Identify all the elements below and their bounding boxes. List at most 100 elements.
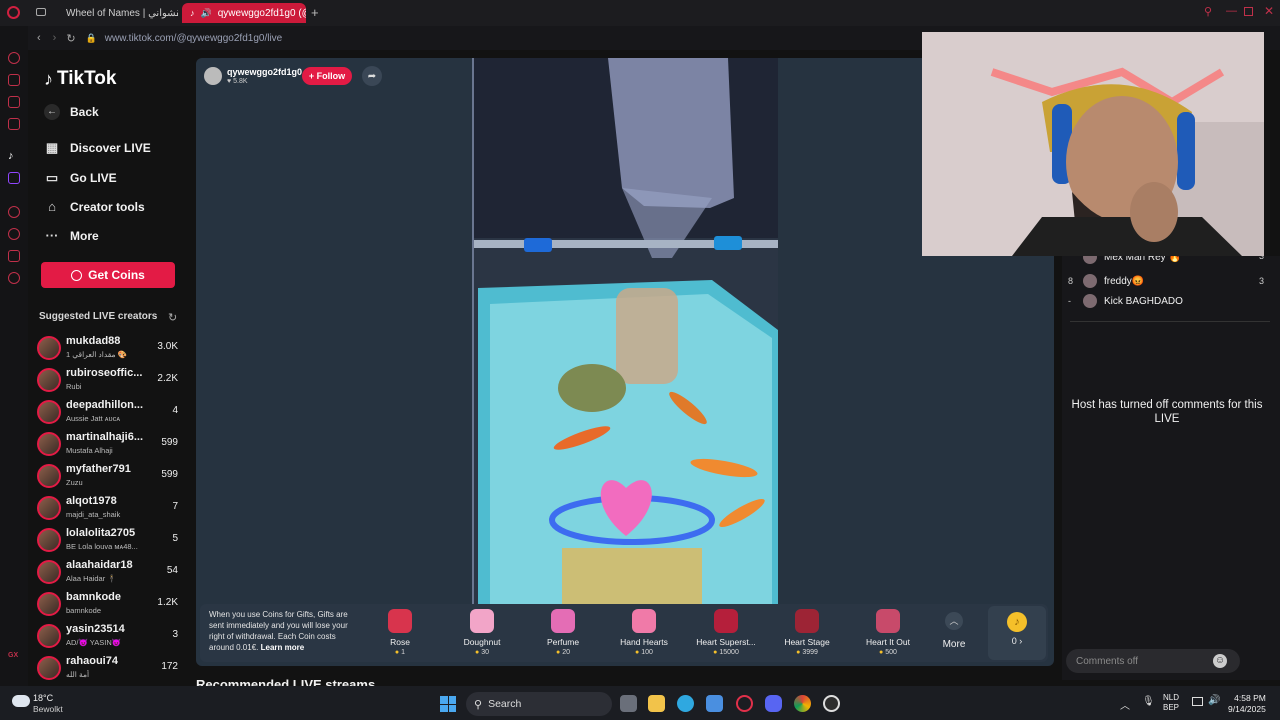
obs-icon[interactable] xyxy=(823,695,840,712)
gift-item[interactable]: Heart Superst... 15000 xyxy=(690,609,762,656)
suggested-creator-row[interactable]: rahaoui74 أمة الله 172 xyxy=(36,654,182,684)
suggested-creator-row[interactable]: martinalhaji6... Mustafa Alhaji 599 xyxy=(36,430,182,460)
store-icon[interactable] xyxy=(706,695,723,712)
gift-item[interactable]: Heart Stage 3999 xyxy=(771,609,843,656)
gift-icon xyxy=(714,609,738,633)
tray-chevron-icon[interactable]: ︿ xyxy=(1120,697,1130,712)
sidebar-messenger-icon[interactable] xyxy=(8,96,20,108)
share-icon[interactable]: ➦ xyxy=(362,66,382,86)
gift-item[interactable]: Heart It Out 500 xyxy=(852,609,924,656)
speaker-icon[interactable]: 🔊 xyxy=(201,8,212,19)
maximize-icon[interactable] xyxy=(1244,7,1253,16)
nav-more[interactable]: ··· More xyxy=(44,228,99,244)
get-coins-button[interactable]: Get Coins xyxy=(41,262,175,288)
suggested-creator-row[interactable]: alaahaidar18 Alaa Haidar 🕴 54 xyxy=(36,558,182,588)
suggested-creator-row[interactable]: alqot1978 majdi_ata_shaik 7 xyxy=(36,494,182,524)
sidebar-download-icon[interactable] xyxy=(8,250,20,262)
host-name[interactable]: qywewggo2fd1g0 xyxy=(227,67,302,77)
suggested-creator-row[interactable]: deepadhillon... Aussie Jatt ᴀᴜᴄᴀ 4 xyxy=(36,398,182,428)
gift-item[interactable]: Perfume 20 xyxy=(527,609,599,656)
new-tab-icon[interactable]: + xyxy=(311,5,319,20)
gift-price: 1 xyxy=(364,649,436,656)
clock-date: 9/14/2025 xyxy=(1228,704,1266,714)
gift-item[interactable]: Doughnut 30 xyxy=(446,609,518,656)
chrome-icon[interactable] xyxy=(794,695,811,712)
nav-discover-live[interactable]: ▦ Discover LIVE xyxy=(44,140,151,156)
creator-subtitle: 1 مقداد العراقي 🎨 xyxy=(66,350,128,359)
nav-back[interactable]: ← Back xyxy=(44,104,99,120)
sidebar-tiktok-icon[interactable]: ♪ xyxy=(8,150,14,162)
microphone-icon[interactable]: 🎙 xyxy=(1142,696,1155,707)
gift-icon xyxy=(876,609,900,633)
back-nav-icon[interactable]: ‹ xyxy=(37,32,41,44)
avatar xyxy=(37,336,61,360)
coin-balance[interactable]: ♪ 0 › xyxy=(988,606,1046,660)
sidebar-gx-icon[interactable]: GX xyxy=(8,652,18,659)
avatar xyxy=(37,528,61,552)
edge-icon[interactable] xyxy=(677,695,694,712)
tab-tiktok-live[interactable]: ♪ 🔊 qywewggo2fd1g0 (@q xyxy=(182,3,306,23)
discord-icon[interactable] xyxy=(765,695,782,712)
tiktok-logo[interactable]: ♪ TikTok xyxy=(44,68,116,90)
sidebar-clock-icon[interactable] xyxy=(8,206,20,218)
weather-temp[interactable]: 18°C xyxy=(33,693,53,703)
host-avatar[interactable] xyxy=(204,67,222,85)
url-field[interactable]: www.tiktok.com/@qywewggo2fd1g0/live xyxy=(105,33,282,44)
back-arrow-icon: ← xyxy=(44,104,60,120)
gift-name: Rose xyxy=(390,637,410,647)
sidebar-bag-icon[interactable] xyxy=(8,74,20,86)
creator-subtitle: AD/😈 YASIN😈 xyxy=(66,638,122,647)
file-explorer-icon[interactable] xyxy=(648,695,665,712)
volume-icon[interactable]: 🔊 xyxy=(1208,695,1220,706)
gift-item[interactable]: Rose 1 xyxy=(364,609,436,656)
avatar xyxy=(37,592,61,616)
suggested-creator-row[interactable]: rubiroseoffic... Rubi 2.2K xyxy=(36,366,182,396)
display-icon[interactable] xyxy=(1192,697,1203,706)
opera-logo-icon[interactable] xyxy=(7,6,20,19)
suggested-creator-row[interactable]: myfather791 Zuzu 599 xyxy=(36,462,182,492)
suggested-creator-row[interactable]: yasin23514 AD/😈 YASIN😈 3 xyxy=(36,622,182,652)
reload-icon[interactable]: ↻ xyxy=(66,32,75,45)
ellipsis-icon: ··· xyxy=(45,228,59,243)
close-icon[interactable]: ✕ xyxy=(1264,4,1274,18)
refresh-icon[interactable]: ↻ xyxy=(168,311,177,324)
ranking-row[interactable]: 8 freddy😡 xyxy=(1068,274,1144,288)
creator-viewers: 4 xyxy=(172,405,178,416)
follow-button[interactable]: + Follow xyxy=(302,67,352,85)
nav-go-live[interactable]: ▭ Go LIVE xyxy=(44,170,117,186)
windows-taskbar xyxy=(0,686,1280,720)
learn-more-link[interactable]: Learn more xyxy=(261,643,305,652)
weather-desc[interactable]: Bewolkt xyxy=(33,704,63,714)
gift-more-label: More xyxy=(942,639,966,650)
task-view-icon[interactable] xyxy=(620,695,637,712)
tab-label: Wheel of Names | حقشواني xyxy=(66,7,178,19)
cloud-icon[interactable] xyxy=(12,695,30,707)
suggested-creator-row[interactable]: mukdad88 1 مقداد العراقي 🎨 3.0K xyxy=(36,334,182,364)
tab-wheel-of-names[interactable]: Wheel of Names | حقشواني xyxy=(52,3,178,23)
opera-gx-icon[interactable] xyxy=(736,695,753,712)
nav-creator-tools[interactable]: ⌂ Creator tools xyxy=(44,199,145,215)
nav-label: Creator tools xyxy=(70,200,145,214)
keyboard-language[interactable]: NLD BEP xyxy=(1163,693,1179,713)
emoji-icon[interactable]: ☺ xyxy=(1213,654,1227,668)
taskbar-search[interactable]: ⚲ Search xyxy=(466,692,612,716)
tab-menu-icon[interactable] xyxy=(36,8,46,16)
sidebar-instagram-icon[interactable] xyxy=(8,118,20,130)
creator-name: alqot1978 xyxy=(66,495,117,507)
ranking-row[interactable]: - Kick BAGHDADO xyxy=(1068,294,1183,308)
gift-name: Heart Stage xyxy=(784,637,830,647)
suggested-creator-row[interactable]: lolalolita2705 BE Lola louva ᴍᴀ48... 5 xyxy=(36,526,182,556)
sidebar-history-icon[interactable] xyxy=(8,52,20,64)
gift-more-button[interactable]: ︿ More xyxy=(934,612,974,650)
search-tabs-icon[interactable]: ⚲ xyxy=(1204,5,1212,18)
sidebar-timer-icon[interactable] xyxy=(8,228,20,240)
gift-item[interactable]: Hand Hearts 100 xyxy=(608,609,680,656)
minimize-icon[interactable]: — xyxy=(1226,5,1237,17)
forward-nav-icon[interactable]: › xyxy=(53,32,57,44)
system-clock[interactable]: 4:58 PM 9/14/2025 xyxy=(1228,693,1266,715)
sidebar-settings-icon[interactable] xyxy=(8,272,20,284)
suggested-creator-row[interactable]: bamnkode bamnkode 1.2K xyxy=(36,590,182,620)
windows-start-icon[interactable] xyxy=(440,696,456,712)
live-video[interactable] xyxy=(472,58,778,604)
sidebar-twitch-icon[interactable] xyxy=(8,172,20,184)
